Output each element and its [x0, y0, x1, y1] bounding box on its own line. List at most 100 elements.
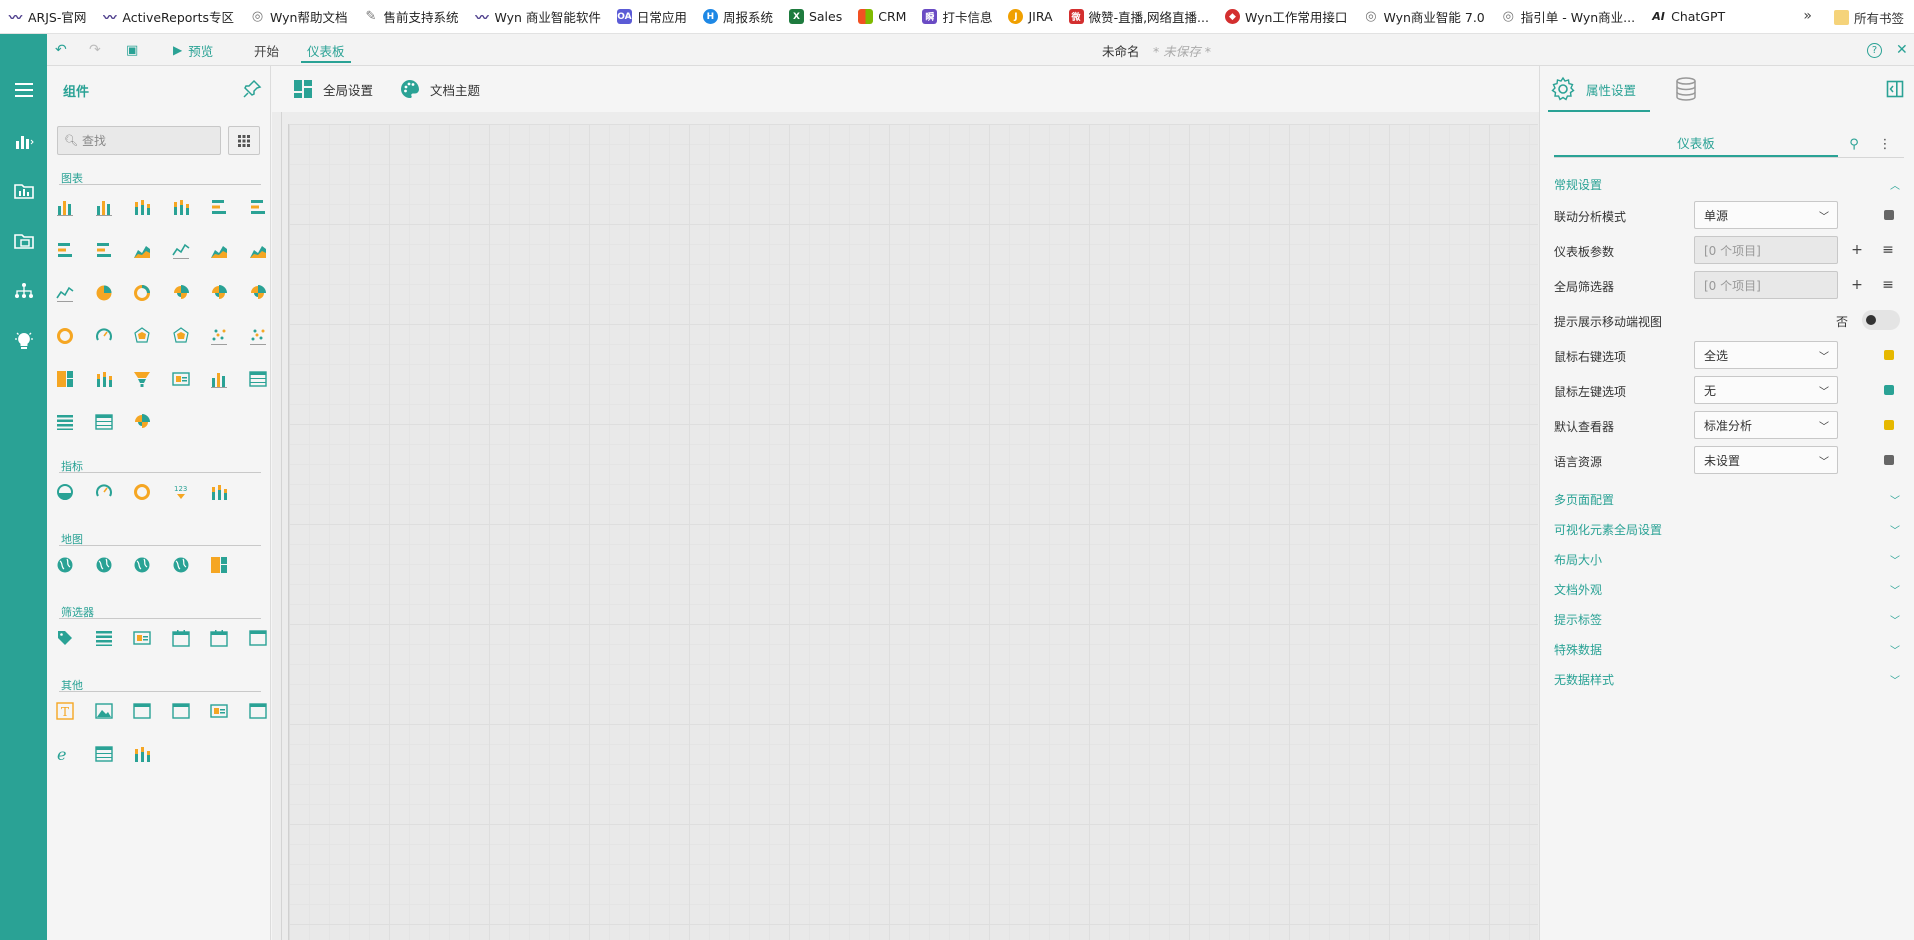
- bookmark-wyn-70[interactable]: ◎ Wyn商业智能 7.0: [1363, 7, 1484, 26]
- map-globe-component[interactable]: [169, 553, 193, 577]
- chart-arc-component[interactable]: [92, 324, 116, 348]
- bookmark-weekly[interactable]: H 周报系统: [702, 7, 773, 26]
- chart-treemap-component[interactable]: [53, 367, 77, 391]
- other-window-component[interactable]: [246, 699, 270, 723]
- binding-indicator-icon[interactable]: [1884, 455, 1894, 465]
- bookmark-arjs[interactable]: 〰 ARJS-官网: [8, 7, 86, 26]
- dashboard-properties-tab[interactable]: 仪表板: [1554, 129, 1838, 157]
- list-menu-button[interactable]: ≡: [1877, 239, 1899, 261]
- doc-theme-button[interactable]: 文档主题: [400, 66, 480, 112]
- chart-scatter-component[interactable]: [246, 324, 270, 348]
- help-button[interactable]: ?: [1867, 34, 1882, 66]
- binding-indicator-icon[interactable]: [1884, 420, 1894, 430]
- all-bookmarks-folder[interactable]: 所有书签: [1833, 0, 1904, 33]
- chart-rose-component[interactable]: [169, 281, 193, 305]
- add-item-button[interactable]: +: [1846, 239, 1868, 261]
- collapsed-section[interactable]: 提示标签 ﹀: [1554, 608, 1904, 630]
- indicator-stack-component[interactable]: [207, 480, 231, 504]
- filter-card-component[interactable]: [130, 626, 154, 650]
- other-image-component[interactable]: [92, 699, 116, 723]
- chart-stack-component[interactable]: [130, 195, 154, 219]
- binding-indicator-icon[interactable]: [1884, 385, 1894, 395]
- chart-rose-component[interactable]: [246, 281, 270, 305]
- map-globe-component[interactable]: [130, 553, 154, 577]
- chart-hbar-component[interactable]: [246, 195, 270, 219]
- bookmark-daily-apps[interactable]: OA 日常应用: [616, 7, 687, 26]
- other-ie-component[interactable]: e: [53, 742, 77, 766]
- filter-list-component[interactable]: [92, 626, 116, 650]
- chart-rose-component[interactable]: [207, 281, 231, 305]
- chart-radar-component[interactable]: [130, 324, 154, 348]
- more-options-button[interactable]: ⋮: [1874, 133, 1896, 155]
- other-table-component[interactable]: [92, 742, 116, 766]
- chart-pie-component[interactable]: [92, 281, 116, 305]
- mobile-view-toggle[interactable]: [1862, 310, 1900, 330]
- list-menu-button[interactable]: ≡: [1877, 274, 1899, 296]
- chart-card-component[interactable]: [169, 367, 193, 391]
- chart-stack-component[interactable]: [92, 367, 116, 391]
- grid-view-button[interactable]: [228, 126, 260, 155]
- binding-indicator-icon[interactable]: [1884, 350, 1894, 360]
- collapsed-section[interactable]: 布局大小 ﹀: [1554, 548, 1904, 570]
- undo-button[interactable]: ↶: [55, 34, 67, 66]
- bookmark-presales[interactable]: ✎ 售前支持系统: [363, 7, 459, 26]
- chart-table-component[interactable]: [246, 367, 270, 391]
- indicator-ring-component[interactable]: [130, 480, 154, 504]
- add-item-button[interactable]: +: [1846, 274, 1868, 296]
- rail-datasource[interactable]: [0, 171, 47, 211]
- property-search-button[interactable]: ⚲: [1843, 133, 1865, 155]
- tab-dashboard[interactable]: 仪表板: [301, 34, 350, 66]
- chart-list-component[interactable]: [53, 410, 77, 434]
- chart-hbar-component[interactable]: [207, 195, 231, 219]
- chart-table-component[interactable]: [92, 410, 116, 434]
- bookmark-attendance[interactable]: 瞬打卡信息: [922, 7, 992, 26]
- chart-area-component[interactable]: [246, 238, 270, 262]
- chart-hbar-component[interactable]: [53, 238, 77, 262]
- close-button[interactable]: ✕: [1896, 34, 1908, 66]
- chart-radar-component[interactable]: [169, 324, 193, 348]
- property-select[interactable]: 单源 ﹀: [1694, 201, 1838, 229]
- bookmark-wyn-help[interactable]: ◎ Wyn帮助文档: [250, 7, 348, 26]
- map-treemap-component[interactable]: [207, 553, 231, 577]
- collapsed-section[interactable]: 无数据样式 ﹀: [1554, 668, 1904, 690]
- rail-hierarchy[interactable]: [0, 271, 47, 311]
- chart-bar-component[interactable]: [92, 195, 116, 219]
- collapsed-section[interactable]: 可视化元素全局设置 ﹀: [1554, 518, 1904, 540]
- filter-cal-component[interactable]: [169, 626, 193, 650]
- menu-button[interactable]: [0, 70, 47, 110]
- collapsed-section[interactable]: 多页面配置 ﹀: [1554, 488, 1904, 510]
- chart-line-component[interactable]: [169, 238, 193, 262]
- component-search-input[interactable]: 🔍︎ 查找: [57, 126, 221, 155]
- indicator-arc-component[interactable]: [92, 480, 116, 504]
- chart-donut-component[interactable]: [130, 281, 154, 305]
- bookmarks-more-button[interactable]: »: [1803, 8, 1812, 24]
- bookmark-weizan[interactable]: 微微赞-直播,网络直播...: [1068, 7, 1209, 26]
- other-window-component[interactable]: [169, 699, 193, 723]
- chart-ring-component[interactable]: [53, 324, 77, 348]
- tab-properties[interactable]: 属性设置: [1550, 66, 1636, 112]
- pin-icon[interactable]: [242, 79, 262, 99]
- property-select[interactable]: 无 ﹀: [1694, 376, 1838, 404]
- chart-funnel-component[interactable]: [130, 367, 154, 391]
- rail-ideas[interactable]: [0, 321, 47, 361]
- binding-indicator-icon[interactable]: [1884, 210, 1894, 220]
- save-button[interactable]: ▣: [126, 34, 138, 66]
- chart-scatter-component[interactable]: [207, 324, 231, 348]
- bookmark-guide[interactable]: ◎ 指引单 - Wyn商业...: [1501, 7, 1636, 26]
- map-globe-component[interactable]: [92, 553, 116, 577]
- rail-dashboard[interactable]: [0, 121, 47, 161]
- property-select[interactable]: 未设置 ﹀: [1694, 446, 1838, 474]
- chart-area-component[interactable]: [207, 238, 231, 262]
- other-stack-component[interactable]: [130, 742, 154, 766]
- indicator-kpi-component[interactable]: 123: [169, 480, 193, 504]
- chart-line-component[interactable]: [53, 281, 77, 305]
- other-window-component[interactable]: [130, 699, 154, 723]
- rail-reports[interactable]: [0, 221, 47, 261]
- filter-tag-component[interactable]: [53, 626, 77, 650]
- chart-area-component[interactable]: [130, 238, 154, 262]
- bookmark-sales[interactable]: X Sales: [788, 9, 842, 24]
- dashboard-canvas[interactable]: [288, 124, 1538, 940]
- property-collection-field[interactable]: [0 个项目]: [1694, 236, 1838, 264]
- bookmark-chatgpt[interactable]: AI ChatGPT: [1651, 9, 1725, 24]
- indicator-gauge-component[interactable]: [53, 480, 77, 504]
